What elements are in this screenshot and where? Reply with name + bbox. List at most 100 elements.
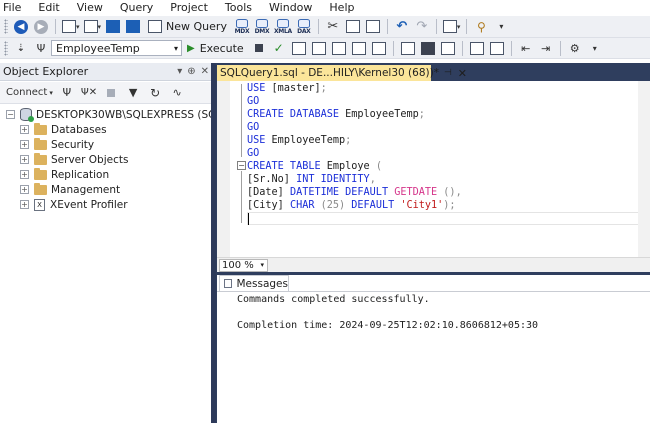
redo-icon[interactable]: ↷ [414, 18, 430, 36]
toolbar-grip[interactable] [4, 19, 8, 34]
forward-icon[interactable]: ▶ [33, 18, 49, 36]
disconnect-icon[interactable]: Ψ✕ [81, 84, 97, 102]
comment-icon[interactable] [469, 39, 485, 57]
tree-node-databases[interactable]: + Databases [20, 122, 107, 137]
parse-icon[interactable]: ✓ [271, 39, 287, 57]
tab-messages[interactable]: Messages [219, 275, 289, 291]
sql-code[interactable]: USE [master]; GO CREATE DATABASE EmployeeT… [247, 82, 462, 225]
refresh-icon[interactable]: ↻ [147, 84, 163, 102]
code-line[interactable] [247, 212, 462, 225]
editor-vertical-scrollbar[interactable] [638, 81, 650, 257]
connect-object-icon[interactable]: Ψ [59, 84, 75, 102]
change-connection-icon[interactable]: Ψ [33, 39, 49, 57]
expand-icon[interactable]: + [20, 155, 29, 164]
back-icon[interactable]: ◀ [13, 18, 29, 36]
code-line[interactable]: CREATE TABLE Employe ( [247, 160, 462, 173]
toolbar-options-icon[interactable]: ▾ [493, 18, 509, 36]
save-icon[interactable] [105, 18, 121, 36]
find-icon[interactable]: ⚲ [473, 18, 489, 36]
display-plan-icon[interactable] [291, 39, 307, 57]
paste-icon[interactable] [365, 18, 381, 36]
expand-icon[interactable]: + [20, 185, 29, 194]
tree-node-replication[interactable]: + Replication [20, 167, 109, 182]
close-icon[interactable]: ✕ [201, 66, 209, 77]
close-tab-icon[interactable]: ✕ [458, 67, 467, 80]
menu-query[interactable]: Query [119, 0, 160, 16]
tree-node-security[interactable]: + Security [20, 137, 94, 152]
pin-icon[interactable]: ⊣ [444, 68, 452, 78]
code-token: ; [345, 135, 352, 146]
live-stats-icon[interactable] [351, 39, 367, 57]
tab-sqlquery1[interactable]: SQLQuery1.sql - DE...HILY\Kernel30 (68))… [217, 65, 467, 81]
code-line[interactable]: GO [247, 121, 462, 134]
collapse-region-icon[interactable]: − [237, 161, 246, 170]
expand-icon[interactable]: + [20, 170, 29, 179]
menu-help[interactable]: Help [328, 0, 361, 16]
uncomment-icon[interactable] [489, 39, 505, 57]
undo-icon[interactable]: ↶ [394, 18, 410, 36]
new-project-icon[interactable]: ▾ [62, 18, 80, 36]
code-line[interactable]: [City] CHAR (25) DEFAULT 'City1'); [247, 199, 462, 212]
connect-dropdown[interactable]: Connect ▾ [6, 84, 53, 102]
query-editor[interactable]: − USE [master]; GO CREATE DATABASE Employe… [217, 81, 650, 257]
code-token: 'City1' [400, 200, 444, 211]
code-line[interactable]: GO [247, 95, 462, 108]
results-to-grid-icon[interactable] [420, 39, 436, 57]
save-all-icon[interactable] [125, 18, 141, 36]
code-token: [master] [271, 83, 321, 94]
code-line[interactable]: GO [247, 147, 462, 160]
code-line[interactable]: USE EmployeeTemp; [247, 134, 462, 147]
toolbar2-options-icon[interactable]: ▾ [587, 39, 603, 57]
window-position-icon[interactable]: ▾ [177, 66, 182, 77]
xmla-query-icon[interactable]: XMLA [274, 18, 292, 36]
chevron-down-icon: ▾ [260, 261, 264, 269]
code-token: ; [320, 83, 327, 94]
message-line: Completion time: 2024-09-25T12:02:10.860… [237, 320, 539, 331]
solution-explorer-icon[interactable]: ▾ [442, 18, 460, 36]
menu-project[interactable]: Project [169, 0, 215, 16]
copy-icon[interactable] [345, 18, 361, 36]
code-line[interactable]: [Sr.No] INT IDENTITY, [247, 173, 462, 186]
menu-view[interactable]: View [76, 0, 110, 16]
expand-icon[interactable]: + [20, 200, 29, 209]
mdx-query-icon[interactable]: MDX [234, 18, 250, 36]
decrease-indent-icon[interactable]: ⇤ [518, 39, 534, 57]
toolbar-grip[interactable] [4, 40, 8, 56]
pin-icon[interactable]: ⊕ [187, 66, 195, 77]
client-stats-icon[interactable] [371, 39, 387, 57]
activity-monitor-icon[interactable]: ∿ [169, 84, 185, 102]
results-to-file-icon[interactable] [440, 39, 456, 57]
menu-file[interactable]: File [2, 0, 28, 16]
database-select[interactable]: EmployeeTemp ▾ [51, 40, 182, 56]
increase-indent-icon[interactable]: ⇥ [538, 39, 554, 57]
cut-icon[interactable]: ✂ [325, 18, 341, 36]
connect-icon[interactable]: ⇣ [13, 39, 29, 57]
menu-tools[interactable]: Tools [224, 0, 259, 16]
tree-node-management[interactable]: + Management [20, 182, 120, 197]
include-plan-icon[interactable] [331, 39, 347, 57]
menu-window[interactable]: Window [268, 0, 319, 16]
zoom-select[interactable]: 100 % ▾ [219, 258, 268, 272]
filter-icon[interactable]: ▼ [125, 84, 141, 102]
collapse-icon[interactable]: − [6, 110, 15, 119]
tree-node-server-objects[interactable]: + Server Objects [20, 152, 128, 167]
results-pane: Messages Commands completed successfully… [217, 275, 650, 423]
code-line[interactable]: USE [master]; [247, 82, 462, 95]
expand-icon[interactable]: + [20, 125, 29, 134]
expand-icon[interactable]: + [20, 140, 29, 149]
stop-icon[interactable] [251, 39, 267, 57]
menu-edit[interactable]: Edit [37, 0, 66, 16]
code-line[interactable]: [Date] DATETIME DEFAULT GETDATE (), [247, 186, 462, 199]
dax-query-icon[interactable]: DAX [296, 18, 312, 36]
dmx-query-icon[interactable]: DMX [254, 18, 270, 36]
results-to-text-icon[interactable] [400, 39, 416, 57]
tree-node-xevent-profiler[interactable]: + X XEvent Profiler [20, 197, 128, 212]
code-token: (), [443, 187, 462, 198]
add-item-icon[interactable]: ▾ [83, 18, 101, 36]
new-query-button[interactable]: New Query [145, 18, 230, 36]
execute-button[interactable]: ▶ Execute [184, 39, 247, 57]
query-options-icon[interactable] [311, 39, 327, 57]
specify-values-icon[interactable]: ⚙ [567, 39, 583, 57]
code-line[interactable]: CREATE DATABASE EmployeeTemp; [247, 108, 462, 121]
stop-icon[interactable] [103, 84, 119, 102]
